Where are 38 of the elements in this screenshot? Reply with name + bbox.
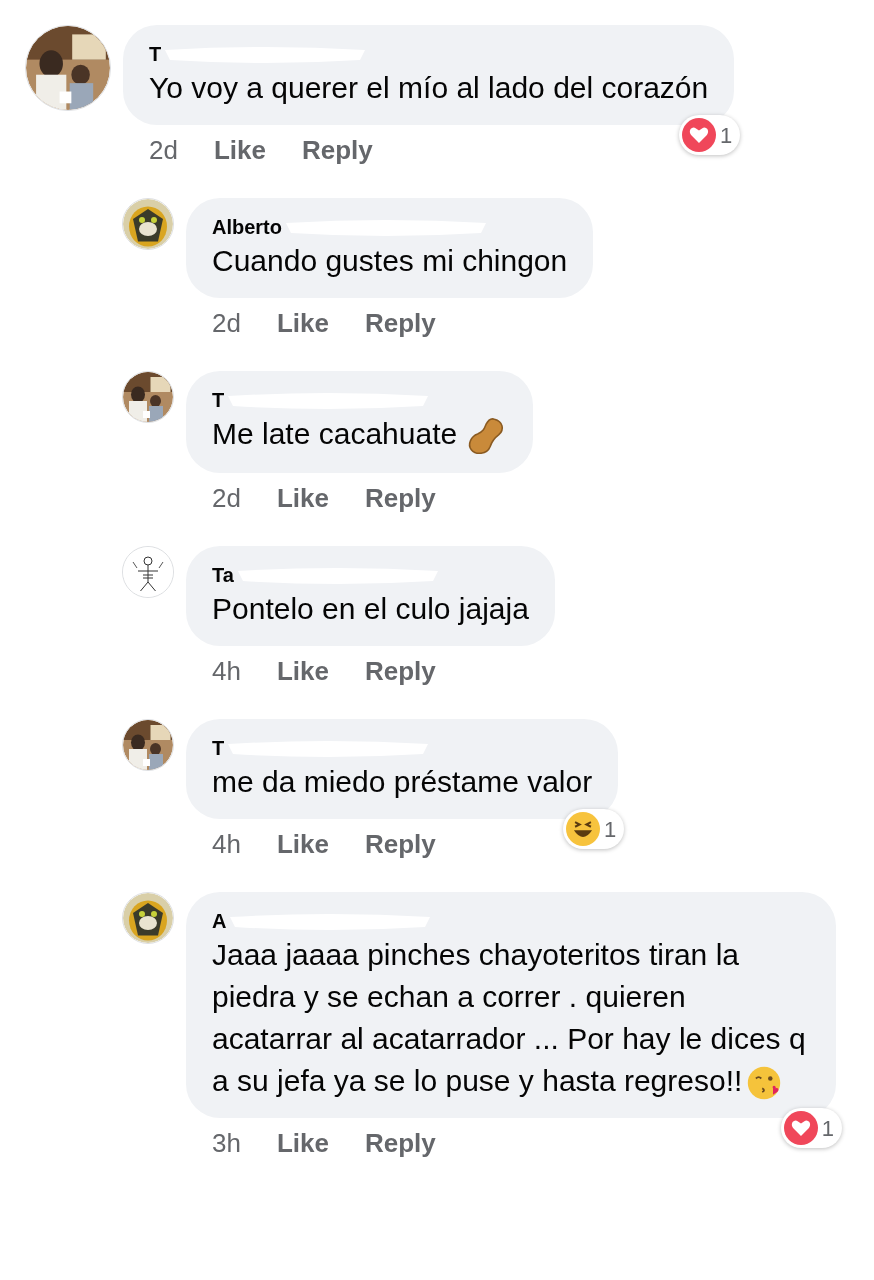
kissing-face-icon <box>746 1065 783 1102</box>
comment-text: me da miedo préstame valor <box>212 764 593 801</box>
reaction-badge[interactable]: 1 <box>562 809 625 850</box>
comment-time: 2d <box>212 307 241 340</box>
comment-time: 3h <box>212 1127 241 1161</box>
reply-link[interactable]: Reply <box>301 131 373 170</box>
reply-link[interactable]: Reply <box>364 479 436 519</box>
commenter-name[interactable]: T <box>212 389 225 411</box>
comment-text: Me late cacahuate <box>212 413 508 458</box>
reaction-badge[interactable]: 1 <box>679 115 741 155</box>
reaction-badge[interactable]: 1 <box>780 1108 842 1149</box>
comment-text: Cuando gustes mi chingon <box>212 243 568 279</box>
reaction-count: 1 <box>720 121 733 150</box>
commenter-name[interactable]: A <box>212 910 227 933</box>
comment-text: Yo voy a querer el mío al lado del corazón <box>149 70 709 106</box>
commenter-name[interactable]: T <box>212 737 225 760</box>
reaction-count: 1 <box>603 815 617 844</box>
comment-time: 4h <box>212 828 241 862</box>
comment-time: 4h <box>212 655 241 689</box>
like-link[interactable]: Like <box>276 652 329 692</box>
like-link[interactable]: Like <box>276 825 329 865</box>
reaction-count: 1 <box>821 1114 834 1143</box>
laughing-face-icon <box>565 812 600 847</box>
like-link[interactable]: Like <box>276 479 329 519</box>
like-link[interactable]: Like <box>276 304 329 343</box>
commenter-name[interactable]: Ta <box>212 564 234 587</box>
comment-text: Pontelo en el culo jajaja <box>212 591 529 628</box>
reply-link[interactable]: Reply <box>364 1124 436 1164</box>
comment-time: 2d <box>212 482 241 516</box>
comment-time: 2d <box>149 134 178 167</box>
reply-link[interactable]: Reply <box>364 652 436 692</box>
like-link[interactable]: Like <box>276 1124 329 1164</box>
commenter-name[interactable]: T <box>149 43 162 65</box>
reply-link[interactable]: Reply <box>364 825 436 865</box>
comment-text: Jaaa jaaaa pinches chayoteritos tiran la piedra y se echan a correr . quieren acatarrar al acatarrador ... Por hay le dices q a su jefa ya se lo puse y hasta regreso!! <box>212 934 810 1103</box>
reply-link[interactable]: Reply <box>364 304 436 343</box>
commenter-name[interactable]: Alberto <box>212 216 282 238</box>
like-link[interactable]: Like <box>213 131 266 170</box>
